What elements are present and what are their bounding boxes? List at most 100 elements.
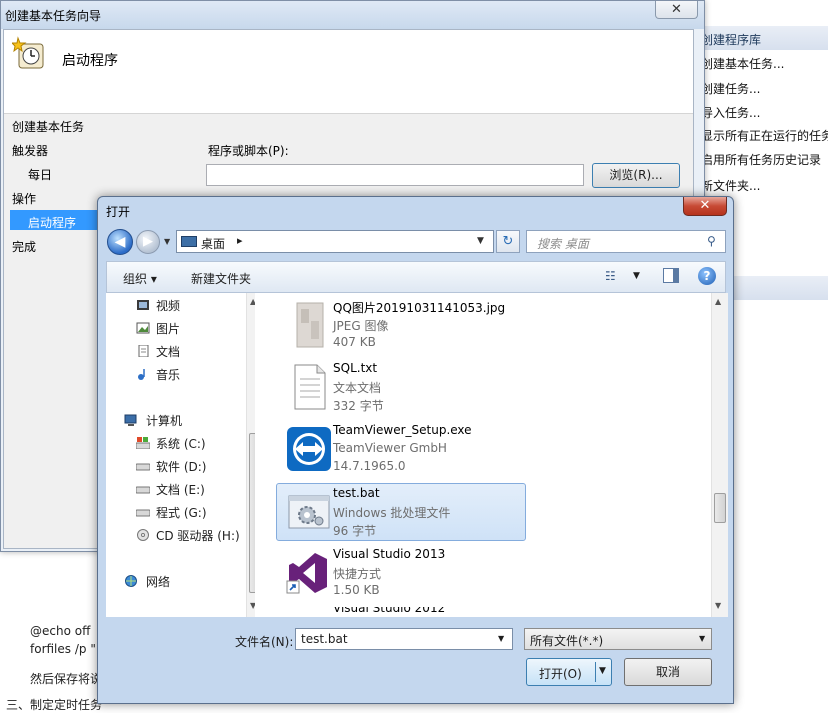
wizard-title: 创建基本任务向导 (5, 9, 102, 23)
music-icon (138, 369, 145, 380)
network-icon (125, 575, 137, 587)
file-name: Visual Studio 2013 (333, 547, 446, 561)
actions-panel-header: 创建程序库 (691, 26, 828, 50)
drive-icon (136, 509, 150, 517)
recent-locations-dropdown-icon[interactable]: ▼ (164, 237, 170, 246)
search-placeholder: 搜索 桌面 (537, 237, 589, 251)
file-size: 1.50 KB (333, 583, 380, 597)
system-drive-icon (136, 437, 150, 449)
open-button-divider (595, 662, 596, 682)
address-crumb-desktop[interactable]: 桌面 (201, 235, 225, 252)
nav-item-drive-h[interactable]: CD 驱动器 (H:) (156, 527, 240, 544)
open-button-label: 打开(O) (539, 667, 582, 681)
scroll-down-icon[interactable]: ▼ (715, 601, 721, 610)
action-create-basic-task[interactable]: 创建基本任务... (701, 55, 784, 72)
jpeg-thumbnail-icon (296, 302, 324, 348)
drive-icon (136, 486, 150, 494)
help-icon[interactable]: ? (698, 267, 716, 285)
cancel-button[interactable]: 取消 (624, 658, 712, 686)
file-item-selected[interactable]: test.bat Windows 批处理文件 96 字节 (276, 483, 526, 541)
action-enable-history[interactable]: 启用所有任务历史记录 (701, 151, 821, 168)
videos-icon (137, 300, 149, 310)
nav-item-drive-g[interactable]: 程式 (G:) (156, 504, 207, 521)
filetype-dropdown-icon[interactable]: ▼ (699, 634, 705, 643)
file-size: 407 KB (333, 335, 376, 349)
step-start-program[interactable]: 启动程序 (28, 214, 76, 231)
task-clock-icon (12, 36, 44, 69)
file-name: test.bat (333, 486, 380, 500)
step-trigger[interactable]: 触发器 (12, 142, 48, 159)
file-type: TeamViewer GmbH (333, 441, 447, 455)
filetype-select[interactable]: 所有文件(*.*) ▼ (524, 628, 712, 650)
nav-item-drive-e[interactable]: 文档 (E:) (156, 481, 205, 498)
file-scroll-thumb[interactable] (714, 493, 726, 523)
file-type: Windows 批处理文件 (333, 506, 451, 520)
organize-menu-button[interactable]: 组织 ▾ (123, 270, 157, 287)
file-item[interactable]: TeamViewer_Setup.exe TeamViewer GmbH 14.… (277, 421, 527, 479)
close-icon[interactable]: ✕ (683, 197, 727, 216)
nav-item-documents[interactable]: 文档 (156, 343, 180, 360)
drive-icon (136, 463, 150, 471)
file-name: TeamViewer_Setup.exe (333, 423, 472, 437)
close-icon[interactable]: ✕ (655, 1, 698, 19)
pictures-icon (136, 322, 150, 334)
nav-item-pictures[interactable]: 图片 (156, 320, 180, 337)
program-script-input[interactable] (206, 164, 584, 186)
dialog-toolbar: 组织 ▾ 新建文件夹 ☷ ▼ ? (106, 261, 726, 293)
file-name: QQ图片20191031141053.jpg (333, 301, 506, 315)
file-item-partial[interactable]: Visual Studio 2012 (277, 607, 527, 617)
step-daily[interactable]: 每日 (28, 166, 52, 183)
search-input[interactable]: 搜索 桌面 ⚲ (526, 230, 726, 253)
action-new-folder[interactable]: 新文件夹... (701, 177, 760, 194)
file-size: 332 字节 (333, 399, 384, 413)
step-action[interactable]: 操作 (12, 190, 36, 207)
step-finish[interactable]: 完成 (12, 238, 36, 255)
open-file-dialog: 打开 ✕ ◀ ▶ ▼ 桌面 ▸ ▼ ↻ 搜索 桌面 ⚲ 组织 ▾ 新建文件夹 ☷… (97, 196, 734, 704)
nav-item-music[interactable]: 音乐 (156, 366, 180, 383)
action-create-task[interactable]: 创建任务... (701, 80, 760, 97)
file-type: 文本文档 (333, 381, 382, 395)
teamviewer-icon (287, 427, 331, 471)
filetype-value: 所有文件(*.*) (530, 634, 604, 648)
action-import-task[interactable]: 导入任务... (701, 104, 760, 121)
batch-file-gear-icon (288, 495, 330, 529)
change-view-icon[interactable]: ☷ (605, 269, 616, 283)
open-options-dropdown-icon[interactable]: ▼ (599, 666, 606, 676)
nav-item-drive-c[interactable]: 系统 (C:) (156, 435, 206, 452)
preview-pane-icon[interactable] (663, 268, 679, 283)
browse-button[interactable]: 浏览(R)... (592, 163, 680, 188)
search-icon[interactable]: ⚲ (707, 234, 716, 248)
step-create-basic-task: 创建基本任务 (12, 120, 85, 134)
back-arrow-icon[interactable]: ◀ (107, 229, 133, 255)
action-show-running[interactable]: 显示所有正在运行的任务 (701, 127, 828, 144)
filename-value: test.bat (301, 632, 348, 646)
filename-dropdown-icon[interactable]: ▼ (498, 634, 504, 643)
file-list: QQ图片20191031141053.jpg JPEG 图像 407 KB SQ… (255, 293, 728, 617)
open-button[interactable]: 打开(O) ▼ (526, 658, 612, 686)
article-line: forfiles /p "E (30, 642, 104, 656)
wizard-titlebar[interactable]: 创建基本任务向导 ✕ (1, 1, 704, 29)
file-item[interactable]: Visual Studio 2013 快捷方式 1.50 KB (277, 545, 527, 603)
file-type: JPEG 图像 (333, 319, 389, 333)
file-name: Visual Studio 2012 (333, 607, 446, 615)
forward-arrow-icon[interactable]: ▶ (136, 230, 160, 254)
file-item[interactable]: SQL.txt 文本文档 332 字节 (277, 359, 527, 417)
filename-input[interactable]: test.bat ▼ (295, 628, 513, 650)
scroll-up-icon[interactable]: ▲ (715, 297, 721, 306)
new-folder-button[interactable]: 新建文件夹 (191, 270, 251, 287)
file-scrollbar[interactable]: ▲ ▼ (711, 293, 728, 617)
wizard-banner: 启动程序 (4, 30, 693, 114)
nav-item-drive-d[interactable]: 软件 (D:) (156, 458, 206, 475)
text-file-icon (294, 364, 326, 410)
nav-item-computer[interactable]: 计算机 (146, 412, 182, 429)
file-item[interactable]: QQ图片20191031141053.jpg JPEG 图像 407 KB (277, 297, 527, 355)
nav-item-network[interactable]: 网络 (146, 573, 170, 590)
breadcrumb-chevron-icon[interactable]: ▸ (237, 234, 243, 247)
refresh-icon[interactable]: ↻ (496, 230, 520, 253)
nav-item-videos[interactable]: 视频 (156, 297, 180, 314)
view-dropdown-icon[interactable]: ▼ (633, 271, 640, 281)
address-bar[interactable]: 桌面 ▸ ▼ (176, 230, 494, 253)
address-dropdown-icon[interactable]: ▼ (477, 236, 484, 246)
wizard-heading: 启动程序 (62, 53, 118, 69)
file-name: SQL.txt (333, 361, 378, 375)
